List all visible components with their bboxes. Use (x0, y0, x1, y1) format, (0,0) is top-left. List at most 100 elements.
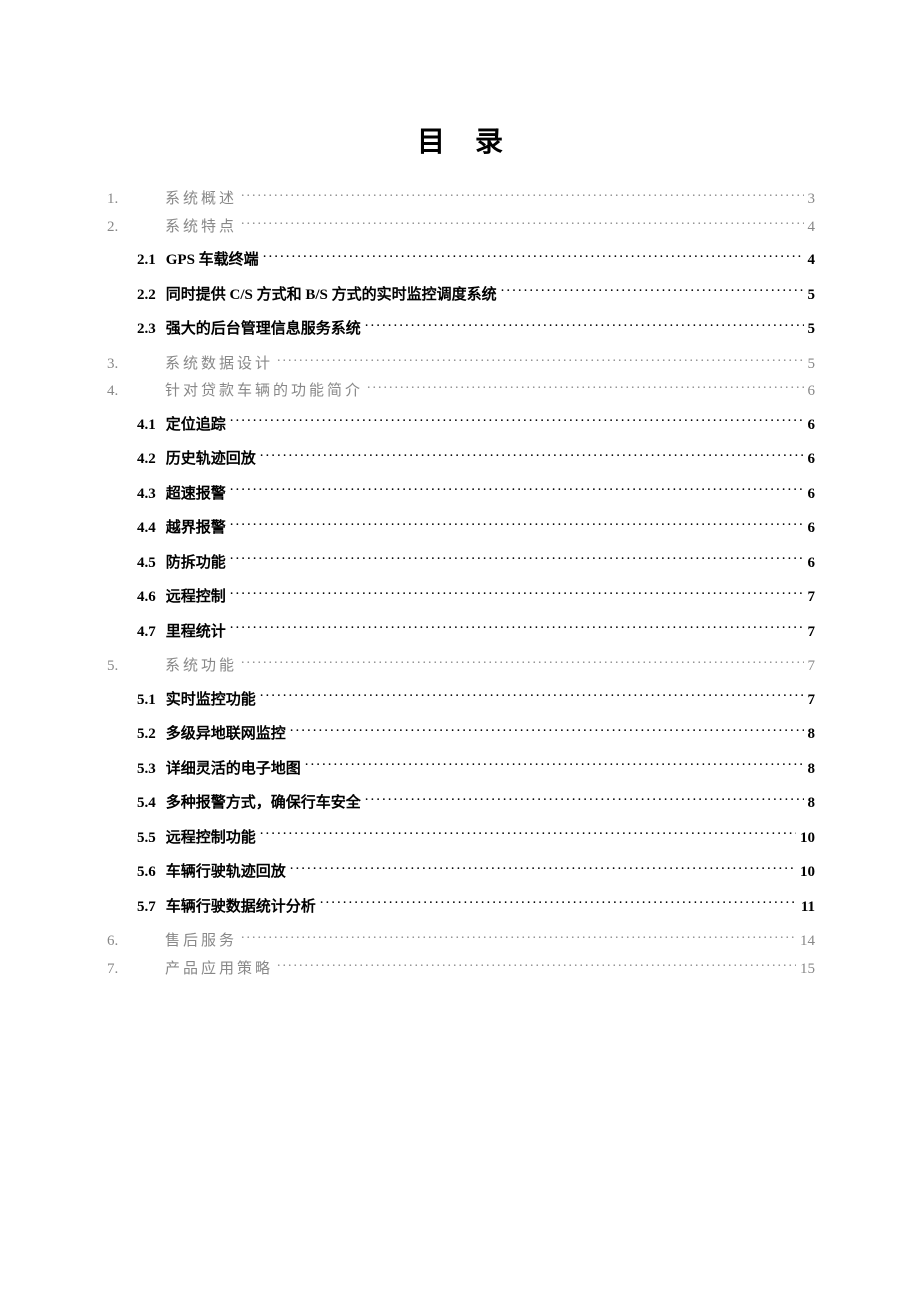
toc-text: 售后服务 (165, 930, 237, 953)
toc-leader-dots (260, 689, 804, 704)
toc-page-number: 7 (808, 655, 816, 678)
toc-page-number: 5 (808, 353, 816, 376)
toc-text: 越界报警 (166, 517, 226, 540)
toc-text: 历史轨迹回放 (166, 448, 256, 471)
toc-number: 5.1 (137, 689, 156, 712)
toc-number: 2.3 (137, 318, 156, 341)
toc-number: 4.1 (137, 414, 156, 437)
toc-text: 针对贷款车辆的功能简介 (165, 380, 363, 403)
toc-text: 系统数据设计 (165, 353, 273, 376)
toc-leader-dots (230, 552, 804, 567)
toc-page-number: 6 (808, 483, 816, 506)
toc-entry: 2.3 强大的后台管理信息服务系统 5 (105, 318, 815, 341)
toc-number: 4.7 (137, 621, 156, 644)
toc-leader-dots (230, 586, 804, 601)
toc-leader-dots (260, 448, 804, 463)
toc-text: 系统特点 (165, 216, 237, 239)
toc-text: 远程控制功能 (166, 827, 256, 850)
toc-entry: 4.5 防拆功能 6 (105, 552, 815, 575)
toc-entry: 5.5远程控制功能10 (105, 827, 815, 850)
toc-page-number: 6 (808, 517, 816, 540)
toc-page-number: 6 (808, 414, 816, 437)
toc-text: 定位追踪 (166, 414, 226, 437)
toc-number: 5.2 (137, 723, 156, 746)
toc-entry: 5.1 实时监控功能 7 (105, 689, 815, 712)
toc-leader-dots (277, 958, 796, 973)
toc-entry: 5.7车辆行驶数据统计分析11 (105, 896, 815, 919)
toc-leader-dots (290, 723, 804, 738)
toc-entry: 2.2 同时提供 C/S 方式和 B/S 方式的实时监控调度系统 5 (105, 284, 815, 307)
toc-entry: 2.1 GPS 车载终端4 (105, 249, 815, 272)
toc-number: 6. (107, 930, 165, 953)
toc-entry: 4.针对贷款车辆的功能简介 6 (105, 380, 815, 403)
toc-leader-dots (230, 621, 804, 636)
toc-leader-dots (365, 318, 804, 333)
toc-text: 防拆功能 (166, 552, 226, 575)
toc-leader-dots (241, 188, 803, 203)
toc-page-number: 6 (808, 380, 816, 403)
toc-text: 系统功能 (165, 655, 237, 678)
toc-page-number: 7 (808, 586, 816, 609)
toc-text: 产品应用策略 (165, 958, 273, 981)
toc-text: 同时提供 C/S 方式和 B/S 方式的实时监控调度系统 (166, 284, 497, 307)
toc-number: 5.7 (137, 896, 156, 919)
toc-number: 2.2 (137, 284, 156, 307)
toc-number: 1. (107, 188, 165, 211)
toc-number: 5.4 (137, 792, 156, 815)
toc-number: 4.3 (137, 483, 156, 506)
toc-page-number: 8 (808, 792, 816, 815)
toc-entry: 5.系统功能 7 (105, 655, 815, 678)
toc-text: 实时监控功能 (166, 689, 256, 712)
toc-leader-dots (367, 380, 803, 395)
toc-title: 目录 (105, 120, 815, 160)
toc-leader-dots (320, 896, 797, 911)
toc-page-number: 7 (808, 689, 816, 712)
toc-page-number: 8 (808, 758, 816, 781)
toc-leader-dots (230, 483, 804, 498)
toc-text: 里程统计 (166, 621, 226, 644)
toc-number: 4.5 (137, 552, 156, 575)
toc-page-number: 10 (800, 861, 815, 884)
toc-entry: 5.2 多级异地联网监控 8 (105, 723, 815, 746)
toc-text: 系统概述 (165, 188, 237, 211)
toc-text: 多级异地联网监控 (166, 723, 286, 746)
toc-leader-dots (241, 655, 803, 670)
toc-text: GPS 车载终端 (166, 249, 259, 272)
toc-number: 4.2 (137, 448, 156, 471)
toc-leader-dots (230, 517, 804, 532)
toc-entry: 4.1 定位追踪 6 (105, 414, 815, 437)
toc-number: 4.4 (137, 517, 156, 540)
toc-page-number: 5 (808, 284, 816, 307)
toc-page-number: 7 (808, 621, 816, 644)
toc-page-number: 11 (801, 896, 815, 919)
toc-number: 3. (107, 353, 165, 376)
toc-number: 7. (107, 958, 165, 981)
toc-page-number: 6 (808, 448, 816, 471)
toc-leader-dots (263, 249, 804, 264)
toc-page-number: 6 (808, 552, 816, 575)
toc-page-number: 3 (808, 188, 816, 211)
toc-leader-dots (290, 861, 796, 876)
toc-entry: 4.6远程控制7 (105, 586, 815, 609)
toc-text: 强大的后台管理信息服务系统 (166, 318, 361, 341)
toc-entry: 7.产品应用策略15 (105, 958, 815, 981)
toc-number: 5.6 (137, 861, 156, 884)
toc-leader-dots (241, 216, 803, 231)
toc-text: 详细灵活的电子地图 (166, 758, 301, 781)
toc-entry: 6.售后服务14 (105, 930, 815, 953)
toc-entry: 4.2 历史轨迹回放 6 (105, 448, 815, 471)
toc-entry: 5.6车辆行驶轨迹回放10 (105, 861, 815, 884)
toc-leader-dots (277, 353, 803, 368)
toc-leader-dots (305, 758, 804, 773)
toc-page-number: 4 (808, 249, 816, 272)
toc-text: 多种报警方式，确保行车安全 (166, 792, 361, 815)
toc-page-number: 8 (808, 723, 816, 746)
toc-number: 5. (107, 655, 165, 678)
toc-page-number: 4 (808, 216, 816, 239)
toc-number: 2. (107, 216, 165, 239)
toc-number: 4. (107, 380, 165, 403)
toc-leader-dots (501, 284, 804, 299)
toc-text: 超速报警 (166, 483, 226, 506)
toc-page-number: 10 (800, 827, 815, 850)
toc-page-number: 5 (808, 318, 816, 341)
